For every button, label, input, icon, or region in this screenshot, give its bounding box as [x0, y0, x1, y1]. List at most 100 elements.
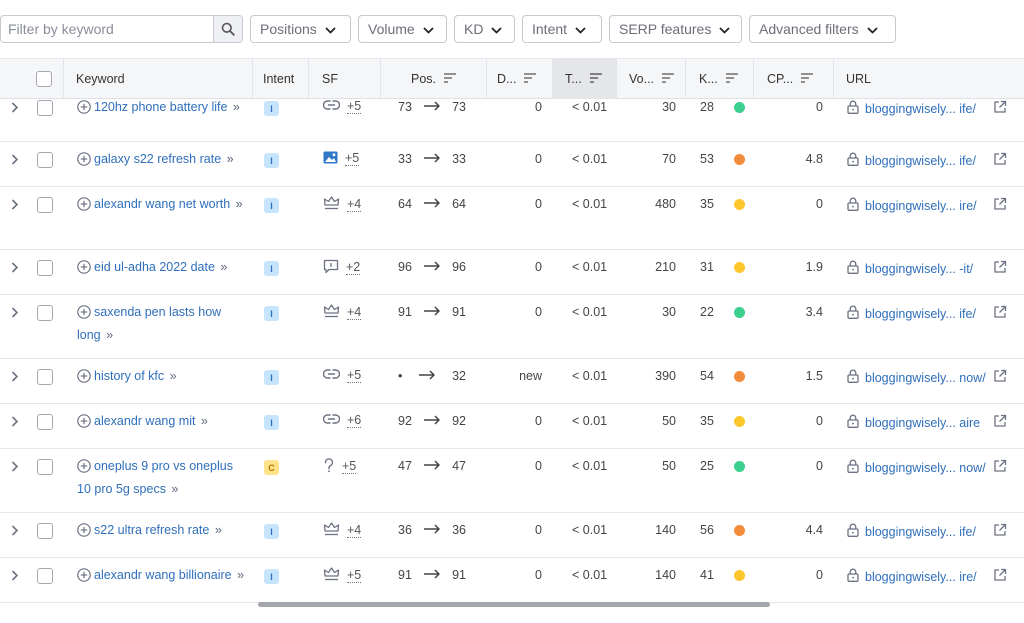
expand-row-chevron-icon[interactable] — [11, 199, 19, 213]
keyword-link[interactable]: alexandr wang billionaire » — [77, 565, 247, 588]
serp-features-more[interactable]: +6 — [347, 413, 362, 428]
add-keyword-icon[interactable] — [77, 260, 91, 280]
keyword-details-icon[interactable]: » — [223, 152, 234, 166]
url-link[interactable]: bloggingwisely... ire/ — [847, 568, 977, 585]
url-link[interactable]: bloggingwisely... ire/ — [847, 197, 977, 214]
row-checkbox[interactable] — [37, 568, 53, 584]
horizontal-scrollbar[interactable] — [258, 602, 770, 607]
add-keyword-icon[interactable] — [77, 414, 91, 434]
keyword-link[interactable]: saxenda pen lasts how long » — [77, 302, 247, 345]
expand-row-chevron-icon[interactable] — [11, 461, 19, 475]
external-link-icon[interactable] — [993, 260, 1007, 277]
serp-features-more[interactable]: +5 — [347, 99, 362, 114]
add-keyword-icon[interactable] — [77, 197, 91, 217]
row-checkbox[interactable] — [37, 459, 53, 475]
add-keyword-icon[interactable] — [77, 568, 91, 588]
row-checkbox[interactable] — [37, 152, 53, 168]
serp-features-more[interactable]: +5 — [342, 460, 357, 474]
table-row[interactable]: saxenda pen lasts how long » I +4 91 91 0 < 0.… — [0, 295, 1024, 359]
url-link[interactable]: bloggingwisely... ife/ — [847, 523, 976, 540]
external-link-icon[interactable] — [993, 152, 1007, 169]
search-button[interactable] — [213, 16, 242, 42]
volume-filter-button[interactable]: Volume — [358, 15, 447, 43]
serp-features-more[interactable]: +4 — [347, 523, 362, 538]
keyword-link[interactable]: oneplus 9 pro vs oneplus 10 pro 5g specs… — [77, 456, 247, 499]
serp-features-more[interactable]: +5 — [347, 368, 362, 383]
serp-features-more[interactable]: +5 — [345, 152, 360, 166]
select-all-checkbox[interactable] — [36, 71, 52, 87]
external-link-icon[interactable] — [993, 568, 1007, 585]
expand-row-chevron-icon[interactable] — [11, 570, 19, 584]
column-difference[interactable]: D... — [487, 59, 553, 99]
url-link[interactable]: bloggingwisely... aire — [847, 414, 980, 431]
keyword-details-icon[interactable]: » — [234, 568, 244, 582]
advanced-filters-button[interactable]: Advanced filters — [749, 15, 896, 43]
table-row[interactable]: alexandr wang net worth » I +4 64 64 0 < 0.01 4… — [0, 187, 1024, 250]
keyword-details-icon[interactable]: » — [211, 523, 222, 537]
keyword-link[interactable]: alexandr wang net worth » — [77, 194, 247, 217]
add-keyword-icon[interactable] — [77, 459, 91, 479]
expand-row-chevron-icon[interactable] — [11, 307, 19, 321]
serp-features-filter-button[interactable]: SERP features — [609, 15, 742, 43]
url-link[interactable]: bloggingwisely... -it/ — [847, 260, 973, 277]
url-link[interactable]: bloggingwisely... now/ — [847, 369, 986, 386]
row-checkbox[interactable] — [37, 260, 53, 276]
serp-features-more[interactable]: +4 — [347, 197, 362, 212]
table-row[interactable]: galaxy s22 refresh rate » I +5 33 33 0 < 0.01 7… — [0, 142, 1024, 187]
expand-row-chevron-icon[interactable] — [11, 262, 19, 276]
add-keyword-icon[interactable] — [77, 100, 91, 120]
expand-row-chevron-icon[interactable] — [11, 371, 19, 385]
expand-row-chevron-icon[interactable] — [11, 154, 19, 168]
keyword-details-icon[interactable]: » — [229, 100, 240, 114]
serp-features-more[interactable]: +2 — [346, 261, 361, 275]
row-checkbox[interactable] — [37, 414, 53, 430]
column-position[interactable]: Pos. — [381, 59, 487, 99]
keyword-details-icon[interactable]: » — [103, 328, 113, 342]
add-keyword-icon[interactable] — [77, 305, 91, 325]
keyword-link[interactable]: eid ul-adha 2022 date » — [77, 257, 247, 280]
search-input[interactable] — [1, 16, 213, 42]
expand-row-chevron-icon[interactable] — [11, 525, 19, 539]
url-link[interactable]: bloggingwisely... ife/ — [847, 152, 976, 169]
intent-filter-button[interactable]: Intent — [522, 15, 602, 43]
keyword-link[interactable]: history of kfc » — [77, 366, 247, 389]
column-keyword[interactable]: Keyword — [64, 59, 253, 99]
add-keyword-icon[interactable] — [77, 369, 91, 389]
table-row[interactable]: 120hz phone battery life » I +5 73 73 0 < 0.01… — [0, 99, 1024, 142]
table-row[interactable]: oneplus 9 pro vs oneplus 10 pro 5g specs… — [0, 449, 1024, 513]
url-link[interactable]: bloggingwisely... ife/ — [847, 305, 976, 322]
column-sf[interactable]: SF — [309, 59, 381, 99]
row-checkbox[interactable] — [37, 369, 53, 385]
expand-row-chevron-icon[interactable] — [11, 416, 19, 430]
positions-filter-button[interactable]: Positions — [250, 15, 351, 43]
add-keyword-icon[interactable] — [77, 152, 91, 172]
keyword-link[interactable]: 120hz phone battery life » — [77, 99, 247, 120]
external-link-icon[interactable] — [993, 414, 1007, 431]
column-url[interactable]: URL — [834, 59, 1024, 99]
column-traffic[interactable]: T... — [553, 59, 617, 99]
keyword-details-icon[interactable]: » — [168, 482, 178, 496]
keyword-details-icon[interactable]: » — [197, 414, 208, 428]
keyword-link[interactable]: galaxy s22 refresh rate » — [77, 149, 247, 172]
keyword-link[interactable]: s22 ultra refresh rate » — [77, 520, 247, 543]
external-link-icon[interactable] — [993, 369, 1007, 386]
url-link[interactable]: bloggingwisely... now/ — [847, 459, 986, 476]
external-link-icon[interactable] — [993, 459, 1007, 476]
row-checkbox[interactable] — [37, 197, 53, 213]
external-link-icon[interactable] — [993, 305, 1007, 322]
table-row[interactable]: eid ul-adha 2022 date » I +2 96 96 0 < 0.01 210… — [0, 250, 1024, 295]
external-link-icon[interactable] — [993, 100, 1007, 117]
add-keyword-icon[interactable] — [77, 523, 91, 543]
row-checkbox[interactable] — [37, 100, 53, 116]
kd-filter-button[interactable]: KD — [454, 15, 515, 43]
keyword-link[interactable]: alexandr wang mit » — [77, 411, 247, 434]
keyword-details-icon[interactable]: » — [217, 260, 227, 274]
expand-row-chevron-icon[interactable] — [11, 102, 19, 116]
row-checkbox[interactable] — [37, 305, 53, 321]
column-kd[interactable]: K... — [686, 59, 754, 99]
keyword-details-icon[interactable]: » — [232, 197, 243, 211]
column-intent[interactable]: Intent — [253, 59, 309, 99]
row-checkbox[interactable] — [37, 523, 53, 539]
keyword-details-icon[interactable]: » — [166, 369, 177, 383]
external-link-icon[interactable] — [993, 523, 1007, 540]
